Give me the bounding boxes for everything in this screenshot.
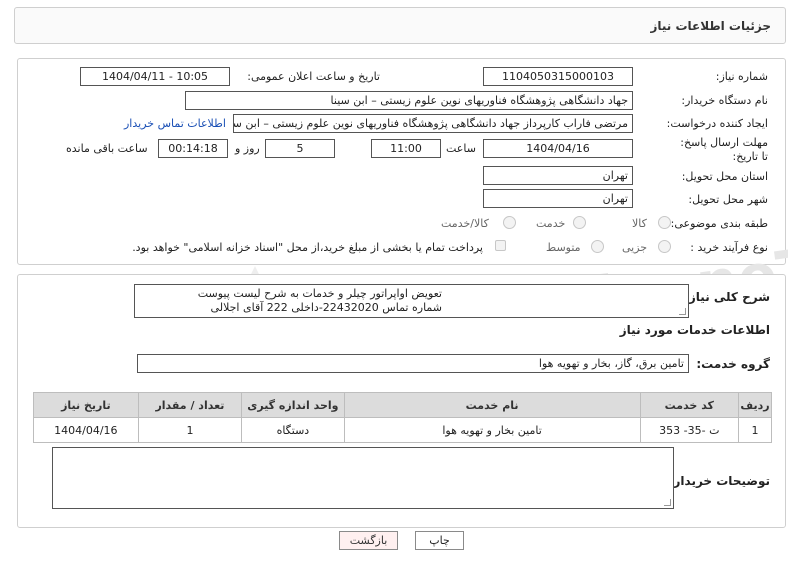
process-option-minor: جزیی [622, 241, 648, 254]
col-unit: واحد اندازه گیری [241, 392, 345, 418]
col-index: ردیف [738, 392, 772, 418]
days-field: 5 [265, 139, 335, 158]
process-option-medium: متوسط [546, 241, 581, 254]
treasury-payment-checkbox[interactable] [495, 240, 506, 251]
services-table-header: ردیف کد خدمت نام خدمت واحد اندازه گیری ت… [33, 392, 772, 418]
announce-datetime-field: 1404/04/11 - 10:05 [80, 67, 230, 86]
col-date: تاریخ نیاز [33, 392, 139, 418]
page-title: جزئیات اطلاعات نیاز [650, 19, 771, 33]
cell-name: تامین بخار و تهویه هوا [343, 417, 641, 443]
need-number-label: شماره نیاز: [715, 70, 768, 83]
description-label: شرح کلی نیاز: [684, 290, 770, 304]
service-group-label: گروه خدمت: [696, 357, 770, 371]
process-radio-medium[interactable] [591, 240, 604, 253]
announce-datetime-label: تاریخ و ساعت اعلان عمومی: [247, 70, 380, 83]
deadline-label: مهلت ارسال پاسخ: تا تاریخ: [680, 136, 768, 163]
services-section-title: اطلاعات خدمات مورد نیاز [619, 323, 770, 337]
deadline-time-field: 11:00 [371, 139, 441, 158]
services-table: ردیف کد خدمت نام خدمت واحد اندازه گیری ت… [33, 392, 772, 443]
cell-qty: 1 [137, 417, 243, 443]
resize-handle-icon[interactable] [679, 308, 686, 315]
buyer-org-field: جهاد دانشگاهی پژوهشگاه فناوریهای نوین عل… [185, 91, 633, 110]
buyer-notes-textarea[interactable] [52, 447, 674, 509]
description-textarea[interactable]: تعویض اواپراتور چیلر و خدمات به شرح لیست… [134, 284, 689, 318]
page-header: جزئیات اطلاعات نیاز [14, 7, 786, 44]
col-code: کد خدمت [639, 392, 740, 418]
resize-handle-icon[interactable] [664, 499, 671, 506]
print-button[interactable]: چاپ [415, 531, 464, 550]
need-number-field: 1104050315000103 [483, 67, 633, 86]
cell-date: 1404/04/16 [33, 417, 139, 443]
buyer-org-label: نام دستگاه خریدار: [681, 94, 768, 107]
treasury-payment-note: پرداخت تمام یا بخشی از مبلغ خرید،از محل … [132, 241, 483, 254]
category-option-goods: کالا [632, 217, 647, 230]
days-label: روز و [235, 142, 260, 155]
category-option-service: خدمت [536, 217, 566, 230]
cell-unit: دستگاه [241, 417, 345, 443]
province-label: استان محل تحویل: [681, 170, 768, 183]
col-name: نام خدمت [343, 392, 641, 418]
city-field: تهران [483, 189, 633, 208]
deadline-time-label: ساعت [446, 142, 476, 155]
remaining-time-field: 00:14:18 [158, 139, 228, 158]
service-group-field: تامین برق، گاز، بخار و تهویه هوا [137, 354, 689, 373]
requester-field: مرتضی فاراب کارپرداز جهاد دانشگاهی پژوهش… [233, 114, 633, 133]
buyer-contact-link[interactable]: اطلاعات تماس خریدار [124, 117, 226, 130]
requester-label: ایجاد کننده درخواست: [666, 117, 768, 130]
category-radio-service[interactable] [573, 216, 586, 229]
back-button[interactable]: بازگشت [339, 531, 398, 550]
cell-index: 1 [738, 417, 772, 443]
cell-code: ت -35- 353 [639, 417, 740, 443]
category-label: طبقه بندی موضوعی: [670, 217, 768, 230]
table-row: 1 ت -35- 353 تامین بخار و تهویه هوا دستگ… [33, 417, 772, 443]
need-info-panel [17, 58, 786, 265]
province-field: تهران [483, 166, 633, 185]
description-line-2: شماره تماس 22432020-داخلی 222 آقای اجلال… [210, 301, 442, 314]
category-radio-goods[interactable] [658, 216, 671, 229]
process-label: نوع فرآیند خرید : [690, 241, 768, 254]
remaining-label: ساعت باقی مانده [66, 142, 148, 155]
buyer-notes-label: توضیحات خریدار: [668, 474, 770, 488]
city-label: شهر محل تحویل: [688, 193, 768, 206]
category-option-goods-service: کالا/خدمت [441, 217, 489, 230]
col-qty: تعداد / مقدار [137, 392, 243, 418]
deadline-date-field: 1404/04/16 [483, 139, 633, 158]
category-radio-goods-service[interactable] [503, 216, 516, 229]
description-line-1: تعویض اواپراتور چیلر و خدمات به شرح لیست… [197, 287, 442, 300]
process-radio-minor[interactable] [658, 240, 671, 253]
